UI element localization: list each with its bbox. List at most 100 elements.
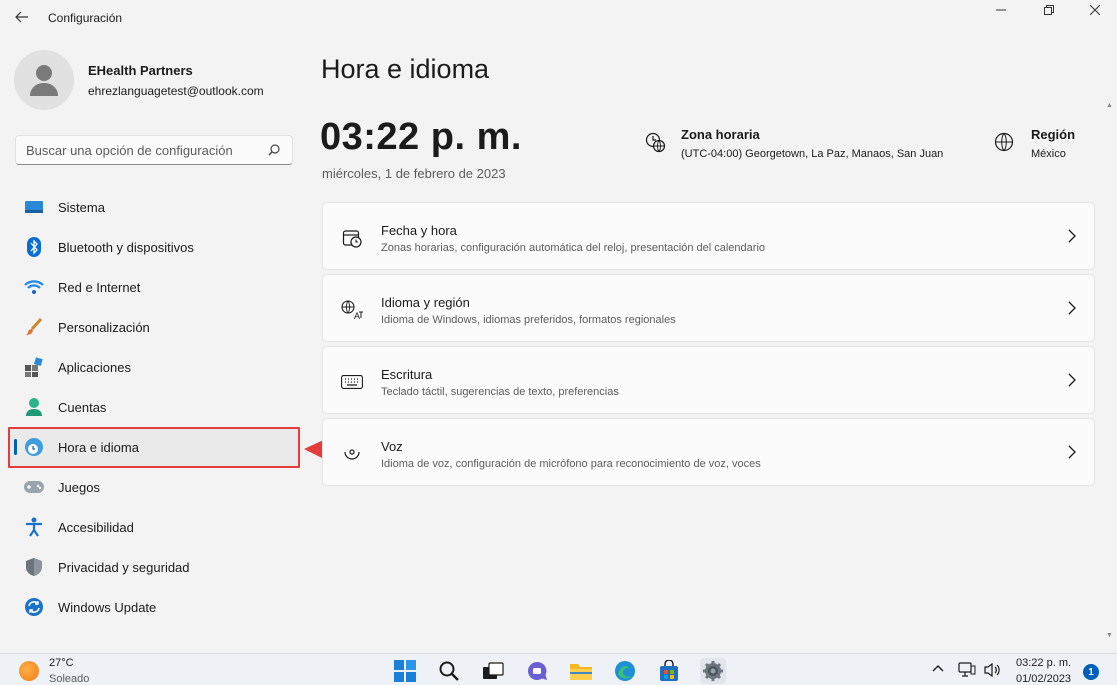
sidebar-item-red[interactable]: Red e Internet: [8, 267, 300, 307]
arrow-left-icon: [15, 11, 28, 23]
app-title: Configuración: [48, 11, 123, 25]
chat-icon: [528, 661, 547, 680]
edge-browser-button[interactable]: [612, 658, 638, 684]
language-icon: A: [341, 299, 363, 321]
sidebar-nav: Sistema Bluetooth y dispositivos Red e I…: [8, 187, 300, 627]
sidebar-item-label: Personalización: [58, 320, 150, 335]
sidebar-item-accesibilidad[interactable]: Accesibilidad: [8, 507, 300, 547]
teams-chat-button[interactable]: [524, 658, 550, 684]
taskbar-clock-date[interactable]: 01/02/2023: [1016, 673, 1071, 685]
minimize-icon: [996, 9, 1006, 11]
restore-icon: [1044, 5, 1054, 15]
minimize-button[interactable]: [978, 0, 1024, 20]
weather-description[interactable]: Soleado: [49, 673, 89, 685]
sun-icon[interactable]: [19, 661, 39, 681]
sidebar-item-juegos[interactable]: Juegos: [8, 467, 300, 507]
card-description: Idioma de Windows, idiomas preferidos, f…: [381, 314, 676, 326]
title-bar: Configuración: [0, 0, 1117, 36]
shield-icon: [24, 557, 44, 577]
user-profile[interactable]: EHealth Partners ehrezlanguagetest@outlo…: [14, 50, 264, 110]
scroll-up-arrow-icon[interactable]: ▲: [1106, 102, 1113, 109]
chevron-right-icon: [1068, 445, 1076, 459]
settings-taskbar-button[interactable]: [700, 658, 726, 684]
gear-icon: [703, 661, 723, 681]
weather-temperature[interactable]: 27°C: [49, 657, 74, 669]
person-icon: [24, 397, 44, 417]
sidebar-item-sistema[interactable]: Sistema: [8, 187, 300, 227]
restore-button[interactable]: [1026, 0, 1072, 20]
sidebar-item-label: Juegos: [58, 480, 100, 495]
microphone-icon: [341, 443, 363, 465]
sidebar-item-label: Red e Internet: [58, 280, 141, 295]
annotation-highlight-box: [8, 427, 300, 468]
calendar-clock-icon: [341, 227, 363, 249]
sidebar-item-personalizacion[interactable]: Personalización: [8, 307, 300, 347]
keyboard-icon: [341, 371, 363, 393]
chevron-right-icon: [1068, 373, 1076, 387]
sidebar-item-label: Aplicaciones: [58, 360, 131, 375]
card-description: Zonas horarias, configuración automática…: [381, 242, 766, 254]
start-button[interactable]: [392, 658, 418, 684]
brush-icon: [24, 317, 44, 337]
sidebar-item-label: Sistema: [58, 200, 105, 215]
task-view-button[interactable]: [480, 658, 506, 684]
close-icon: [1090, 5, 1100, 15]
avatar: [14, 50, 74, 110]
monitor-icon: [24, 197, 44, 217]
taskbar: 27°C Soleado 03:22 p. m. 01/02/2023 1: [0, 653, 1117, 685]
profile-name: EHealth Partners: [88, 62, 193, 78]
card-idioma-region[interactable]: A Idioma y región Idioma de Windows, idi…: [322, 274, 1095, 342]
notification-badge[interactable]: 1: [1083, 664, 1099, 680]
sidebar-item-bluetooth[interactable]: Bluetooth y dispositivos: [8, 227, 300, 267]
folder-icon: [570, 664, 592, 680]
chevron-right-icon: [1068, 301, 1076, 315]
card-voz[interactable]: Voz Idioma de voz, configuración de micr…: [322, 418, 1095, 486]
sidebar-item-cuentas[interactable]: Cuentas: [8, 387, 300, 427]
windows-logo-icon: [394, 660, 416, 682]
region-label: Región: [1031, 127, 1076, 142]
card-title: Voz: [381, 439, 403, 454]
back-button[interactable]: [10, 6, 34, 28]
search-input[interactable]: [26, 142, 261, 158]
sidebar-item-label: Windows Update: [58, 600, 157, 615]
taskbar-clock-time[interactable]: 03:22 p. m.: [1016, 657, 1071, 669]
edge-icon: [615, 661, 635, 681]
sidebar-item-label: Privacidad y seguridad: [58, 560, 190, 575]
sidebar-item-label: Accesibilidad: [58, 520, 134, 535]
sidebar-item-aplicaciones[interactable]: Aplicaciones: [8, 347, 300, 387]
file-explorer-button[interactable]: [568, 658, 594, 684]
volume-icon[interactable]: [984, 662, 1002, 678]
gamepad-icon: [24, 477, 44, 497]
accessibility-icon: [24, 517, 44, 537]
search-icon: [439, 661, 459, 681]
globe-icon: [994, 132, 1014, 152]
search-box[interactable]: [15, 135, 293, 165]
card-title: Idioma y región: [381, 295, 470, 310]
sidebar-item-windows-update[interactable]: Windows Update: [8, 587, 300, 627]
close-button[interactable]: [1072, 0, 1117, 20]
sidebar-item-label: Bluetooth y dispositivos: [58, 240, 194, 255]
scroll-down-arrow-icon[interactable]: ▼: [1106, 632, 1113, 639]
apps-icon: [24, 357, 44, 377]
current-time: 03:22 p. m.: [320, 116, 522, 158]
sidebar-item-privacidad[interactable]: Privacidad y seguridad: [8, 547, 300, 587]
user-icon: [30, 65, 58, 96]
update-icon: [24, 597, 44, 617]
store-button[interactable]: [656, 658, 682, 684]
card-description: Idioma de voz, configuración de micrófon…: [381, 458, 761, 470]
store-icon: [660, 660, 678, 681]
chevron-right-icon: [1068, 229, 1076, 243]
card-escritura[interactable]: Escritura Teclado táctil, sugerencias de…: [322, 346, 1095, 414]
taskbar-search-button[interactable]: [436, 658, 462, 684]
bluetooth-icon: [24, 237, 44, 257]
profile-email: ehrezlanguagetest@outlook.com: [88, 83, 264, 98]
timezone-label: Zona horaria: [681, 127, 760, 142]
card-description: Teclado táctil, sugerencias de texto, pr…: [381, 386, 619, 398]
chevron-up-icon[interactable]: [931, 662, 945, 676]
card-fecha-hora[interactable]: Fecha y hora Zonas horarias, configuraci…: [322, 202, 1095, 270]
search-icon[interactable]: [268, 144, 280, 156]
sidebar-item-label: Cuentas: [58, 400, 107, 415]
page-title: Hora e idioma: [321, 54, 490, 84]
network-icon[interactable]: [958, 662, 976, 678]
card-title: Fecha y hora: [381, 223, 457, 238]
